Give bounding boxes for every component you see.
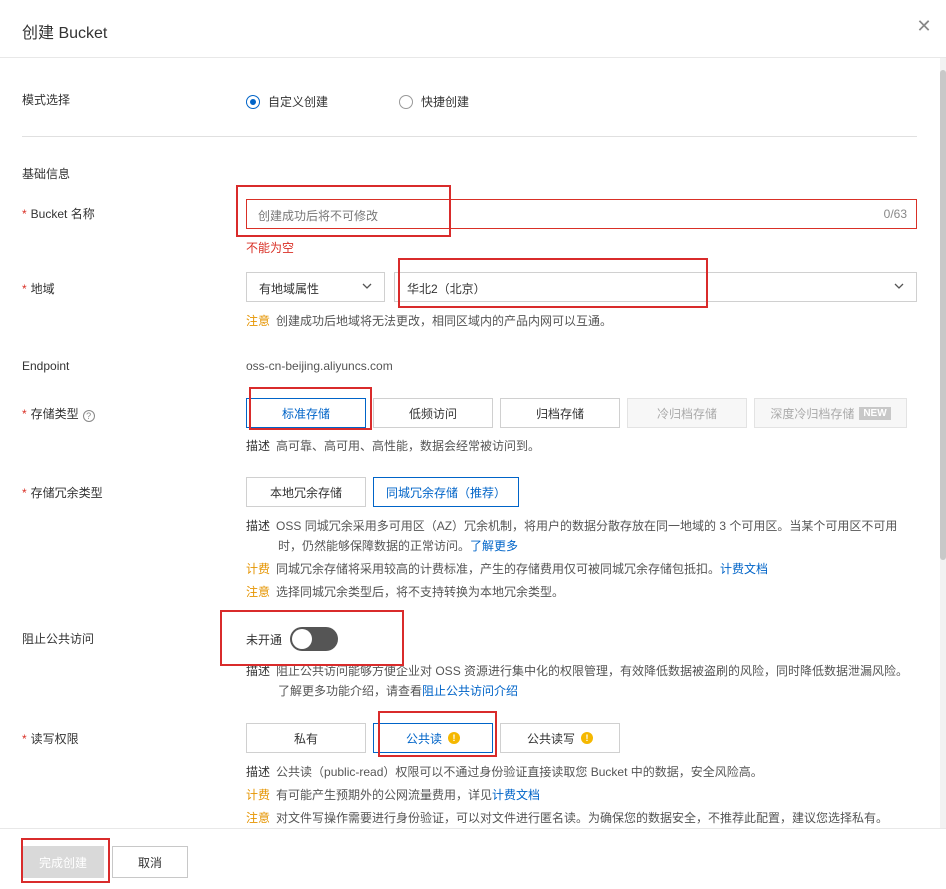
endpoint-label: Endpoint (22, 359, 70, 373)
section-divider (22, 136, 917, 137)
scrollbar[interactable] (940, 58, 946, 828)
scrollbar-thumb[interactable] (940, 70, 946, 560)
dialog-header: 创建 Bucket ✕ (0, 0, 946, 58)
redundancy-note: 注意 选择同城冗余类型后，将不支持转换为本地冗余类型。 (246, 585, 565, 599)
radio-quick-create[interactable]: 快捷创建 (399, 93, 469, 110)
note-text: 创建成功后地域将无法更改，相同区域内的产品内网可以互通。 (276, 314, 613, 328)
region-label: * 地域 (22, 282, 55, 296)
region-value: 华北2（北京） (407, 282, 486, 296)
storage-option-deep-cold-archive: 深度冷归档存储 NEW (754, 398, 907, 428)
endpoint-value: oss-cn-beijing.aliyuncs.com (246, 359, 393, 373)
mode-label: 模式选择 (22, 93, 71, 107)
new-badge: NEW (859, 406, 891, 420)
redundancy-billing: 计费 同城冗余存储将采用较高的计费标准，产生的存储费用仅可被同城冗余存储包抵扣。计… (246, 562, 769, 576)
chevron-down-icon (894, 283, 904, 289)
note-tag: 注意 (246, 314, 271, 328)
redundancy-option-lrs[interactable]: 本地冗余存储 (246, 477, 366, 507)
storage-option-standard[interactable]: 标准存储 (246, 398, 366, 428)
bucket-name-error: 不能为空 (246, 241, 295, 255)
storage-class-label: * 存储类型? (22, 405, 95, 422)
bucket-name-input[interactable]: 创建成功后将不可修改 0/63 (246, 199, 917, 229)
storage-class-desc: 描述 高可靠、高可用、高性能，数据会经常被访问到。 (246, 439, 541, 453)
block-public-desc: 描述 阻止公共访问能够方便企业对 OSS 资源进行集中化的权限管理，有效降低数据被… (246, 664, 909, 698)
submit-button[interactable]: 完成创建 (22, 846, 104, 878)
radio-label: 自定义创建 (268, 95, 329, 109)
toggle-state-label: 未开通 (246, 632, 283, 647)
redundancy-option-zrs[interactable]: 同城冗余存储（推荐） (373, 477, 519, 507)
toggle-knob (292, 629, 313, 649)
char-counter: 0/63 (883, 207, 907, 221)
storage-option-ia[interactable]: 低频访问 (373, 398, 493, 428)
acl-label: * 读写权限 (22, 732, 79, 746)
storage-option-cold-archive: 冷归档存储 (627, 398, 747, 428)
question-circle-icon[interactable]: ? (82, 410, 95, 422)
warning-icon: ! (581, 732, 593, 744)
radio-unchecked-icon (399, 94, 413, 109)
radio-custom-create[interactable]: 自定义创建 (246, 93, 328, 110)
close-icon[interactable]: ✕ (914, 16, 934, 36)
region-select[interactable]: 华北2（北京） (394, 272, 917, 302)
acl-option-public-read[interactable]: 公共读! (373, 723, 493, 753)
dialog-title: 创建 Bucket (22, 25, 108, 42)
learn-more-link[interactable]: 了解更多 (470, 539, 518, 553)
block-public-toggle-group: 未开通 (246, 627, 339, 651)
block-public-label: 阻止公共访问 (22, 632, 95, 646)
acl-billing: 计费 有可能产生预期外的公网流量费用，详见计费文档 (246, 788, 541, 802)
billing-doc-link[interactable]: 计费文档 (492, 788, 540, 802)
region-type-select[interactable]: 有地域属性 (246, 272, 385, 302)
radio-checked-icon (246, 94, 260, 109)
dialog-footer: 完成创建 取消 (0, 828, 946, 889)
acl-option-private[interactable]: 私有 (246, 723, 366, 753)
storage-option-archive[interactable]: 归档存储 (500, 398, 620, 428)
redundancy-desc: 描述 OSS 同城冗余采用多可用区（AZ）冗余机制，将用户的数据分散存放在同一地域… (246, 519, 898, 553)
region-note: 注意 创建成功后地域将无法更改，相同区域内的产品内网可以互通。 (246, 311, 612, 331)
cancel-button[interactable]: 取消 (112, 846, 188, 878)
billing-doc-link[interactable]: 计费文档 (720, 562, 768, 576)
redundancy-label: * 存储冗余类型 (22, 486, 103, 500)
block-public-toggle[interactable] (290, 627, 339, 651)
chevron-down-icon (362, 283, 372, 289)
bucket-name-label: * Bucket 名称 (22, 207, 95, 221)
warning-icon: ! (448, 732, 460, 744)
acl-desc: 描述 公共读（public-read）权限可以不通过身份验证直接读取您 Bucke… (246, 765, 763, 779)
region-type-value: 有地域属性 (259, 282, 320, 296)
bucket-name-placeholder: 创建成功后将不可修改 (258, 209, 379, 223)
radio-label: 快捷创建 (421, 95, 470, 109)
acl-note: 注意 对文件写操作需要进行身份验证，可以对文件进行匿名读。为确保您的数据安全，不推… (246, 811, 889, 825)
section-title-basic: 基础信息 (22, 167, 71, 181)
acl-option-public-read-write[interactable]: 公共读写! (500, 723, 620, 753)
block-public-intro-link[interactable]: 阻止公共访问介绍 (422, 684, 518, 698)
